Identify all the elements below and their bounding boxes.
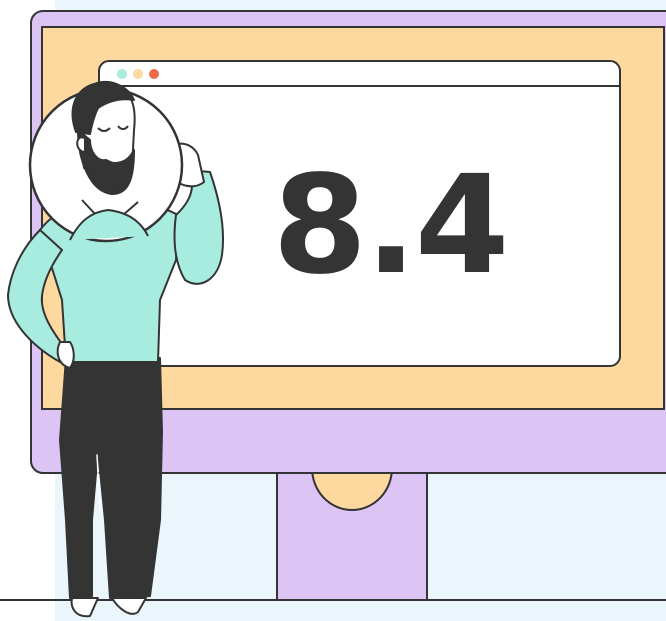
person-trousers	[59, 357, 163, 599]
monitor-stand	[276, 467, 428, 601]
score-value: 8.4	[273, 147, 508, 305]
window-dot-1	[117, 69, 127, 79]
illustration-scene: 8.4	[0, 0, 666, 621]
window-dot-2	[133, 69, 143, 79]
window-dot-3	[149, 69, 159, 79]
